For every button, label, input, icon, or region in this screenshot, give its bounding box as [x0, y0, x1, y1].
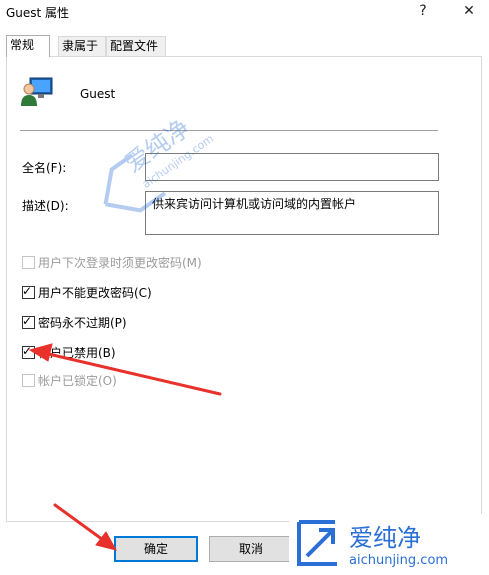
tab-general[interactable]: 常规	[6, 35, 50, 57]
arrow-line-1	[38, 350, 222, 396]
arrow-head-2	[95, 531, 117, 551]
annotation-arrows	[28, 343, 222, 551]
arrow-head-1	[28, 343, 53, 362]
